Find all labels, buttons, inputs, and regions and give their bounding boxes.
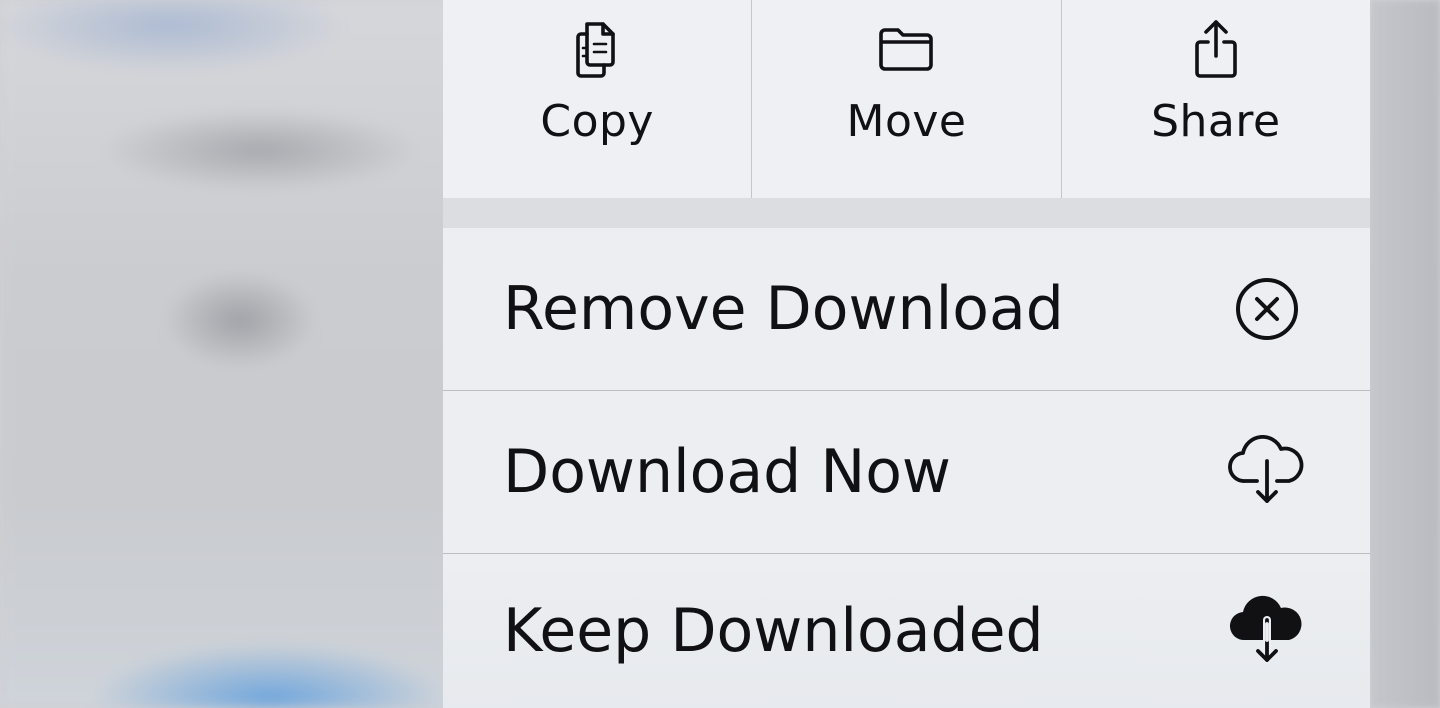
menu-section-separator xyxy=(443,198,1370,228)
move-button[interactable]: Move xyxy=(751,0,1060,198)
download-now-label: Download Now xyxy=(503,437,951,507)
share-button[interactable]: Share xyxy=(1060,0,1370,198)
copy-label: Copy xyxy=(540,96,654,147)
share-icon xyxy=(1191,18,1241,80)
copy-button[interactable]: Copy xyxy=(443,0,751,198)
share-label: Share xyxy=(1151,96,1281,147)
cloud-download-filled-icon xyxy=(1226,590,1308,672)
blurred-background-edge xyxy=(1370,0,1440,708)
screen: Copy Move Share Remove Download Download… xyxy=(0,0,1440,708)
action-row: Copy Move Share xyxy=(443,0,1370,198)
context-menu: Copy Move Share Remove Download Download… xyxy=(443,0,1370,708)
remove-download-label: Remove Download xyxy=(503,274,1064,344)
copy-icon xyxy=(569,18,625,80)
cloud-download-outline-icon xyxy=(1226,431,1308,513)
keep-downloaded-item[interactable]: Keep Downloaded xyxy=(443,554,1370,708)
keep-downloaded-label: Keep Downloaded xyxy=(503,596,1044,666)
remove-download-item[interactable]: Remove Download xyxy=(443,228,1370,391)
download-now-item[interactable]: Download Now xyxy=(443,391,1370,554)
move-label: Move xyxy=(846,96,967,147)
folder-icon xyxy=(876,18,936,80)
remove-circle-icon xyxy=(1226,268,1308,350)
